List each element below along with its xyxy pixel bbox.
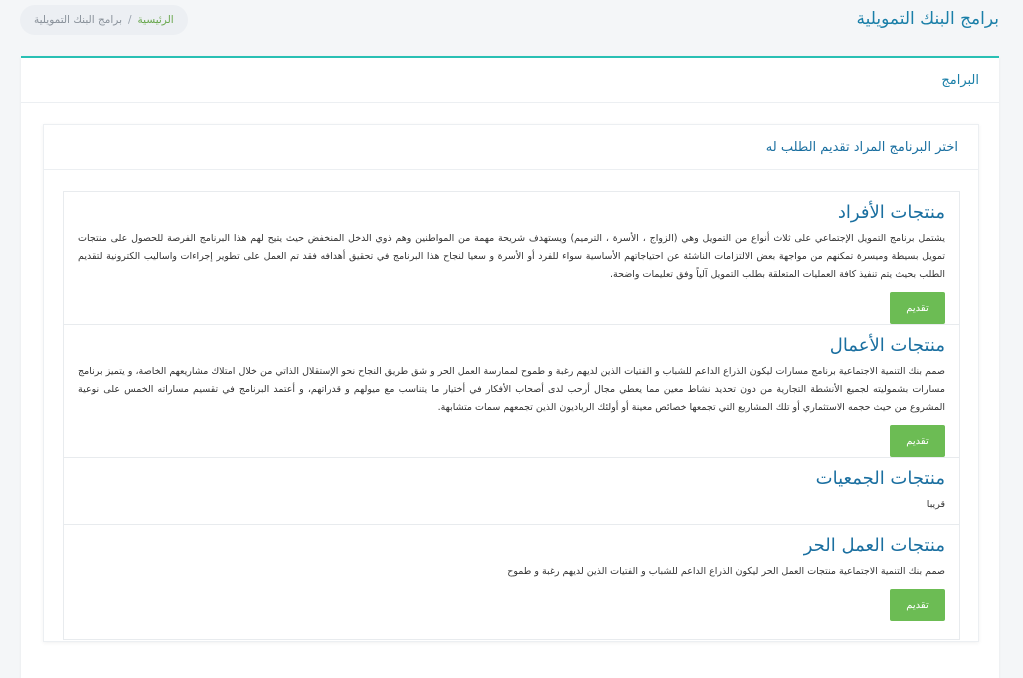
programs-panel: البرامج اختر البرنامج المراد تقديم الطلب…	[21, 56, 999, 678]
program-description: يشتمل برنامج التمويل الإجتماعي على ثلاث …	[78, 233, 945, 280]
breadcrumb-separator: /	[128, 14, 132, 26]
program-select-card: اختر البرنامج المراد تقديم الطلب له منتج…	[43, 124, 979, 642]
program-description: قريبا	[926, 499, 945, 510]
apply-button-freelance[interactable]: تقديم	[890, 589, 945, 621]
program-select-title: اختر البرنامج المراد تقديم الطلب له	[765, 139, 958, 155]
page-header: برامج البنك التمويلية الرئيسية / برامج ا…	[0, 0, 1023, 40]
breadcrumb-current: برامج البنك التمويلية	[34, 14, 122, 26]
program-select-header: اختر البرنامج المراد تقديم الطلب له	[44, 125, 978, 170]
breadcrumb-home-link[interactable]: الرئيسية	[138, 14, 174, 26]
programs-panel-title: البرامج	[941, 72, 979, 88]
program-title: منتجات الجمعيات	[815, 468, 945, 489]
apply-button-individuals[interactable]: تقديم	[890, 292, 945, 324]
apply-button-business[interactable]: تقديم	[890, 425, 945, 457]
program-list: منتجات الأفراد يشتمل برنامج التمويل الإج…	[63, 191, 960, 640]
page-title: برامج البنك التمويلية	[856, 9, 999, 29]
program-description: صمم بنك التنمية الاجتماعية منتجات العمل …	[507, 566, 945, 577]
program-item-associations: منتجات الجمعيات قريبا	[64, 458, 959, 525]
program-description: صمم بنك التنمية الاجتماعية برنامج مسارات…	[78, 366, 945, 413]
program-item-individuals: منتجات الأفراد يشتمل برنامج التمويل الإج…	[64, 192, 959, 325]
programs-panel-header: البرامج	[21, 58, 999, 103]
program-title: منتجات العمل الحر	[803, 535, 945, 556]
breadcrumb: الرئيسية / برامج البنك التمويلية	[20, 5, 188, 35]
program-title: منتجات الأفراد	[837, 202, 945, 223]
program-item-freelance: منتجات العمل الحر صمم بنك التنمية الاجتم…	[64, 525, 959, 639]
program-title: منتجات الأعمال	[829, 335, 945, 356]
program-item-business: منتجات الأعمال صمم بنك التنمية الاجتماعي…	[64, 325, 959, 458]
